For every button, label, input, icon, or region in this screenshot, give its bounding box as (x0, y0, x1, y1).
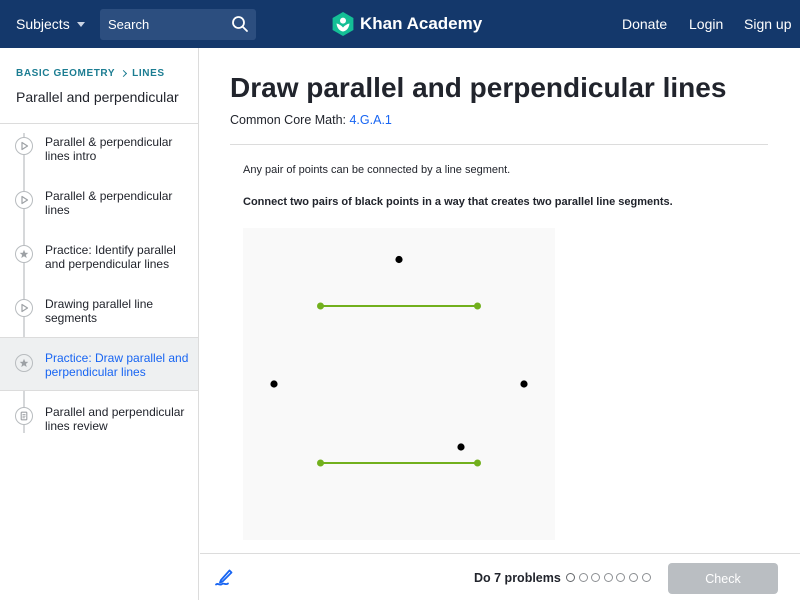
subjects-dropdown[interactable]: Subjects (16, 14, 85, 34)
sidebar-item-label: Practice: Identify parallel and perpendi… (45, 243, 176, 271)
sidebar-item-label: Drawing parallel line segments (45, 297, 154, 325)
play-icon (15, 299, 33, 317)
sidebar-item-identify-practice[interactable]: Practice: Identify parallel and perpendi… (0, 232, 198, 286)
divider (230, 144, 768, 145)
top-navbar: Subjects Search Khan Academy Donate Logi… (0, 0, 800, 48)
progress-dot (641, 573, 651, 582)
logo-text: Khan Academy (360, 14, 483, 33)
progress-dot (578, 573, 588, 582)
star-icon (15, 245, 33, 263)
progress-dot (566, 573, 575, 582)
breadcrumb-basic-geometry[interactable]: BASIC GEOMETRY (16, 68, 115, 79)
graph-svg (270, 255, 528, 467)
login-link[interactable]: Login (689, 16, 723, 32)
check-button[interactable]: Check (668, 563, 778, 594)
black-point[interactable] (395, 255, 403, 264)
sidebar-item-label: Parallel and perpendicular lines review (45, 405, 185, 433)
sidebar-item-draw-practice[interactable]: Practice: Draw parallel and perpendicula… (0, 337, 198, 391)
sidebar-item-lines-video[interactable]: Parallel & perpendicular lines (0, 178, 198, 232)
document-icon (15, 407, 33, 425)
leaf-hexagon-icon (332, 12, 354, 36)
play-icon (15, 191, 33, 209)
unit-title: Parallel and perpendicular (16, 89, 179, 105)
chevron-right-icon (120, 69, 128, 78)
black-point[interactable] (457, 443, 465, 451)
segment-endpoint-handle[interactable] (317, 459, 324, 467)
breadcrumb-lines[interactable]: LINES (132, 68, 164, 79)
segment-endpoint-handle[interactable] (474, 459, 481, 467)
play-icon (15, 137, 33, 155)
common-core-standard: Common Core Math: 4.G.A.1 (230, 113, 392, 127)
standard-code-link[interactable]: 4.G.A.1 (349, 113, 391, 127)
sidebar-item-label: Parallel & perpendicular lines intro (45, 135, 173, 163)
exercise-footer: Do 7 problems Check (200, 553, 800, 600)
chevron-down-icon (76, 21, 85, 27)
progress-dot (628, 573, 638, 582)
breadcrumb: BASIC GEOMETRY LINES (16, 68, 165, 79)
khan-academy-logo[interactable]: Khan Academy (332, 12, 482, 36)
signup-link[interactable]: Sign up (744, 16, 791, 32)
black-point[interactable] (270, 380, 278, 388)
do-problems-label: Do 7 problems (474, 571, 561, 585)
standard-prefix: Common Core Math: (230, 113, 350, 127)
black-point[interactable] (520, 380, 528, 388)
segment-endpoint-handle[interactable] (317, 302, 324, 310)
scratchpad-pencil-icon[interactable] (214, 568, 234, 588)
problem-intro: Any pair of points can be connected by a… (243, 164, 511, 176)
problem-progress-dots (566, 573, 654, 582)
sidebar-item-drawing-video[interactable]: Drawing parallel line segments (0, 286, 198, 340)
search-input[interactable]: Search (100, 9, 256, 40)
page-title: Draw parallel and perpendicular lines (230, 72, 727, 103)
segment-endpoint-handle[interactable] (474, 302, 481, 310)
drawing-canvas[interactable] (243, 228, 555, 540)
problem-instruction: Connect two pairs of black points in a w… (243, 196, 673, 208)
sidebar-item-label: Parallel & perpendicular lines (45, 189, 173, 217)
donate-link[interactable]: Donate (622, 16, 667, 32)
star-icon (15, 354, 33, 372)
sidebar-item-review[interactable]: Parallel and perpendicular lines review (0, 394, 198, 448)
unit-sidebar: BASIC GEOMETRY LINES Parallel and perpen… (0, 48, 199, 600)
progress-dot (591, 573, 601, 582)
sidebar-item-label: Practice: Draw parallel and perpendicula… (45, 351, 189, 379)
progress-dot (603, 573, 613, 582)
progress-dot (616, 573, 626, 582)
subjects-label: Subjects (16, 16, 70, 32)
search-icon[interactable] (231, 15, 249, 33)
exercise-content: Draw parallel and perpendicular lines Co… (200, 48, 800, 553)
sidebar-item-intro-video[interactable]: Parallel & perpendicular lines intro (0, 124, 198, 178)
